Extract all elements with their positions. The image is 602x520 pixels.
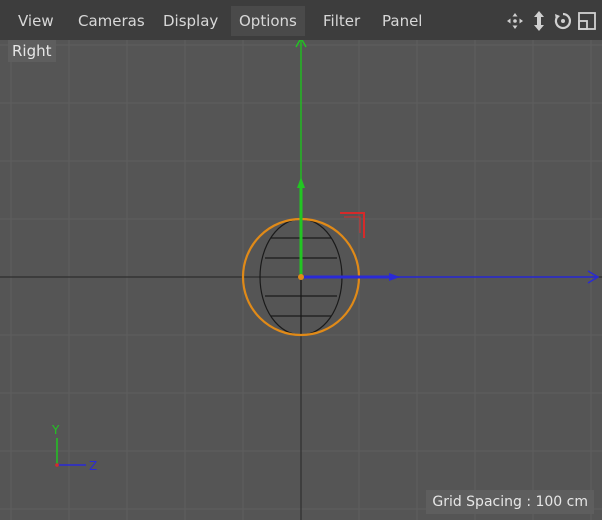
rotate-icon[interactable]	[554, 10, 572, 32]
zoom-icon[interactable]	[530, 10, 548, 32]
menu-display[interactable]: Display	[155, 6, 226, 36]
object-pivot[interactable]	[298, 274, 304, 280]
axis-indicator-y-label: Y	[51, 423, 60, 437]
axis-indicator-z-label: Z	[89, 459, 97, 473]
menu-bar: View Cameras Display Options Filter Pane…	[0, 0, 602, 40]
move-icon[interactable]	[506, 10, 524, 32]
navigation-tools	[506, 8, 596, 34]
maximize-icon[interactable]	[578, 10, 596, 32]
grid-spacing-label: Grid Spacing : 100 cm	[426, 490, 594, 514]
viewport-canvas: Y Z	[0, 40, 602, 520]
3d-viewport[interactable]: Y Z	[0, 40, 602, 520]
menu-cameras[interactable]: Cameras	[70, 6, 153, 36]
menu-panel[interactable]: Panel	[374, 6, 430, 36]
menu-view[interactable]: View	[10, 6, 62, 36]
y-axis-handle[interactable]	[295, 40, 307, 277]
view-name-label: Right	[8, 40, 56, 62]
axis-indicator: Y Z	[51, 423, 97, 473]
menu-options[interactable]: Options	[231, 6, 305, 36]
menu-filter[interactable]: Filter	[315, 6, 368, 36]
viewport-window: View Cameras Display Options Filter Pane…	[0, 0, 602, 520]
z-axis-handle[interactable]	[301, 270, 600, 284]
